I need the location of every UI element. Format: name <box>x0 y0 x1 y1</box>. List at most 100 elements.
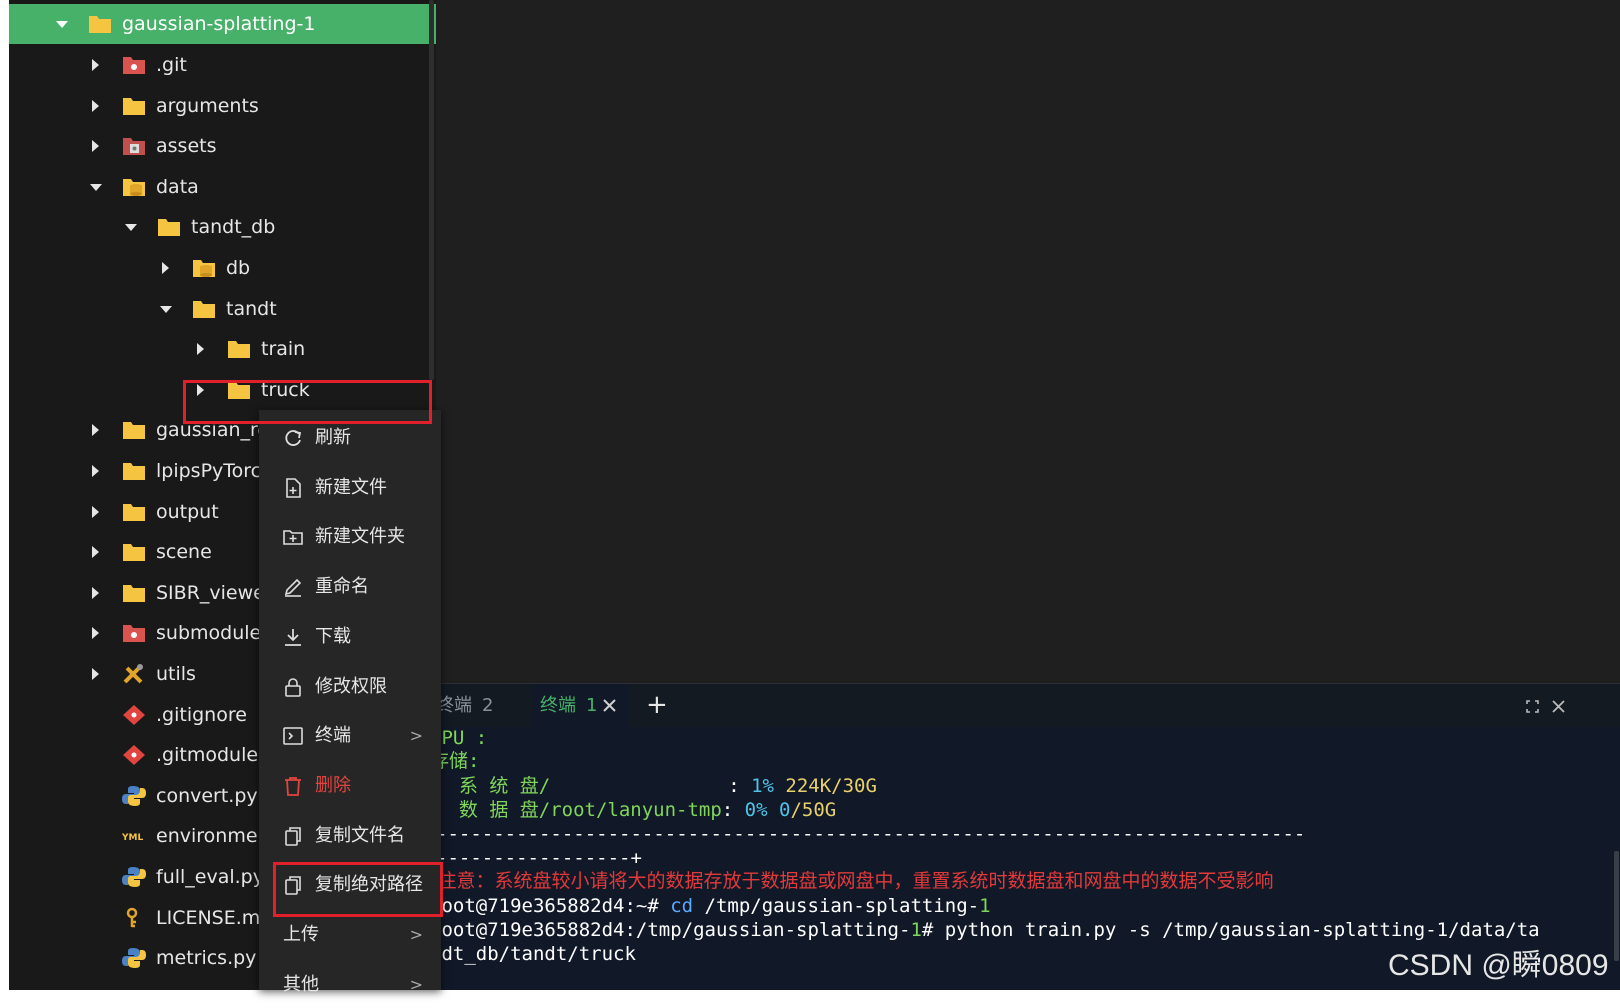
menu-item-label: 修改权限 <box>315 675 387 697</box>
chevron-right-icon[interactable] <box>92 99 99 112</box>
folder-icon <box>158 219 180 237</box>
menu-item[interactable]: 复制文件名 <box>259 813 441 859</box>
chevron-right-icon[interactable] <box>92 627 99 640</box>
menu-item-label: 新建文件 <box>315 476 387 498</box>
tree-item-label: train <box>261 338 306 361</box>
folder-icon <box>123 544 145 562</box>
chevron-down-icon[interactable] <box>125 224 137 232</box>
tree-item-label: lpipsPyTorc <box>156 460 262 482</box>
data-disk-label: 数 据 盘/root/lanyun-tmp <box>436 799 722 821</box>
tree-item[interactable]: arguments <box>9 86 436 126</box>
sep: : <box>721 799 745 821</box>
menu-item-label: 新建文件夹 <box>315 526 405 548</box>
license-file-icon <box>126 907 138 927</box>
prompt: root@719e365882d4:/tmp/gaussian-splattin… <box>436 919 911 941</box>
database-folder-icon <box>123 178 145 196</box>
tree-item[interactable]: db <box>9 248 436 288</box>
git-folder-icon <box>123 625 145 643</box>
tree-item-label: LICENSE.mc <box>156 906 271 929</box>
chevron-right-icon[interactable] <box>92 668 99 680</box>
tree-root-label: gaussian-splatting-1 <box>122 13 316 35</box>
tree-item-label: tandt_db <box>191 216 276 239</box>
chevron-right-icon[interactable] <box>92 546 99 559</box>
chevron-right-icon[interactable] <box>92 465 99 477</box>
menu-item[interactable]: 终端 > <box>259 713 441 759</box>
menu-item[interactable]: 修改权限 <box>259 664 441 710</box>
refresh-icon <box>285 430 302 446</box>
tab-terminal-1[interactable]: 终端 1 <box>532 684 630 727</box>
rename-icon <box>284 578 302 597</box>
terminal-line: GPU : <box>436 726 487 750</box>
chevron-right-icon[interactable] <box>92 59 99 71</box>
menu-item[interactable]: 新建文件 <box>259 465 441 511</box>
folder-icon <box>123 584 145 602</box>
menu-item[interactable]: 下载 <box>259 614 441 660</box>
sys-disk-label: 系 统 盘/ <box>436 775 551 797</box>
tree-item[interactable]: tandt_db <box>9 207 436 247</box>
terminal-line: 系 统 盘/: 1% 224K/30G <box>436 774 877 798</box>
terminal-scrollbar[interactable] <box>1614 851 1619 961</box>
folder-icon <box>123 463 145 480</box>
chevron-right-icon[interactable] <box>92 424 99 437</box>
tree-item-label: db <box>226 257 251 279</box>
add-tab-button[interactable]: + <box>646 684 668 727</box>
tab-terminal-2[interactable]: 终端 2 <box>436 684 526 727</box>
data-disk-zero: 0 <box>767 799 791 821</box>
assets-folder-icon <box>123 138 145 156</box>
highlight-copy-path <box>273 862 443 917</box>
terminal-notice: *注意：系统盘较小请将大的数据存放于数据盘或网盘中，重置系统时数据盘和网盘中的数… <box>436 870 1274 892</box>
chevron-right-icon[interactable] <box>92 505 99 518</box>
yaml-file-icon: YML <box>122 833 143 843</box>
close-tab-icon[interactable] <box>602 698 617 713</box>
tree-item[interactable]: tandt <box>9 289 436 329</box>
trash-icon <box>285 776 301 796</box>
menu-item[interactable]: 删除 <box>259 763 441 809</box>
folder-icon <box>228 341 250 359</box>
tree-root-row[interactable]: gaussian-splatting-1 <box>9 4 436 44</box>
folder-icon <box>89 16 111 33</box>
chevron-right-icon[interactable] <box>92 586 99 599</box>
database-folder-icon <box>193 260 215 277</box>
tree-item-label: scene <box>156 541 212 564</box>
data-disk-pct: 0% <box>744 799 768 821</box>
tree-item-label: .gitmodules <box>156 744 268 767</box>
sys-disk-val: 224K/30G <box>773 775 877 797</box>
highlight-truck <box>183 380 432 424</box>
menu-item[interactable]: 上传 > <box>259 912 441 958</box>
prompt-num: 1 <box>910 919 922 941</box>
menu-item[interactable]: 重命名 <box>259 564 441 610</box>
tree-item[interactable]: data <box>9 167 436 207</box>
svg-text:YML: YML <box>122 833 143 843</box>
folder-icon <box>123 97 145 115</box>
folder-icon <box>123 503 145 521</box>
terminal-icon <box>283 727 303 745</box>
chevron-right-icon[interactable] <box>92 140 99 153</box>
tree-item[interactable]: .git <box>9 45 436 85</box>
chevron-right-icon[interactable] <box>197 343 204 356</box>
menu-item[interactable]: 其他 > <box>259 962 441 1008</box>
tree-item[interactable]: assets <box>9 126 436 166</box>
terminal-line: 存储: <box>436 749 479 773</box>
menu-item-label: 其他 <box>283 973 319 995</box>
submenu-chevron-icon: > <box>409 974 423 994</box>
storage-label: 存储: <box>436 750 480 772</box>
watermark: CSDN @瞬0809 <box>1388 949 1609 982</box>
tree-item-label: output <box>156 500 219 523</box>
tree-item-label: utils <box>156 663 196 685</box>
tree-item-label: .git <box>156 54 187 76</box>
tab-number: 1 <box>586 695 598 716</box>
chevron-down-icon[interactable] <box>90 183 102 191</box>
menu-item[interactable]: 新建文件夹 <box>259 514 441 560</box>
tree-item[interactable]: train <box>9 329 436 369</box>
close-panel-icon[interactable] <box>1552 700 1565 713</box>
chevron-down-icon[interactable] <box>160 305 172 313</box>
maximize-icon[interactable] <box>1526 700 1539 713</box>
python-file-icon <box>122 948 146 969</box>
chevron-down-icon[interactable] <box>56 21 68 28</box>
terminal-tab-bar: 终端 2 终端 1 + <box>436 683 1620 727</box>
tab-label: 终端 <box>436 695 472 716</box>
tree-item-label: .gitignore <box>156 703 247 726</box>
chevron-right-icon[interactable] <box>162 262 169 274</box>
tree-item-label: environmer <box>156 825 266 848</box>
tree-scrollbar[interactable] <box>429 0 434 380</box>
